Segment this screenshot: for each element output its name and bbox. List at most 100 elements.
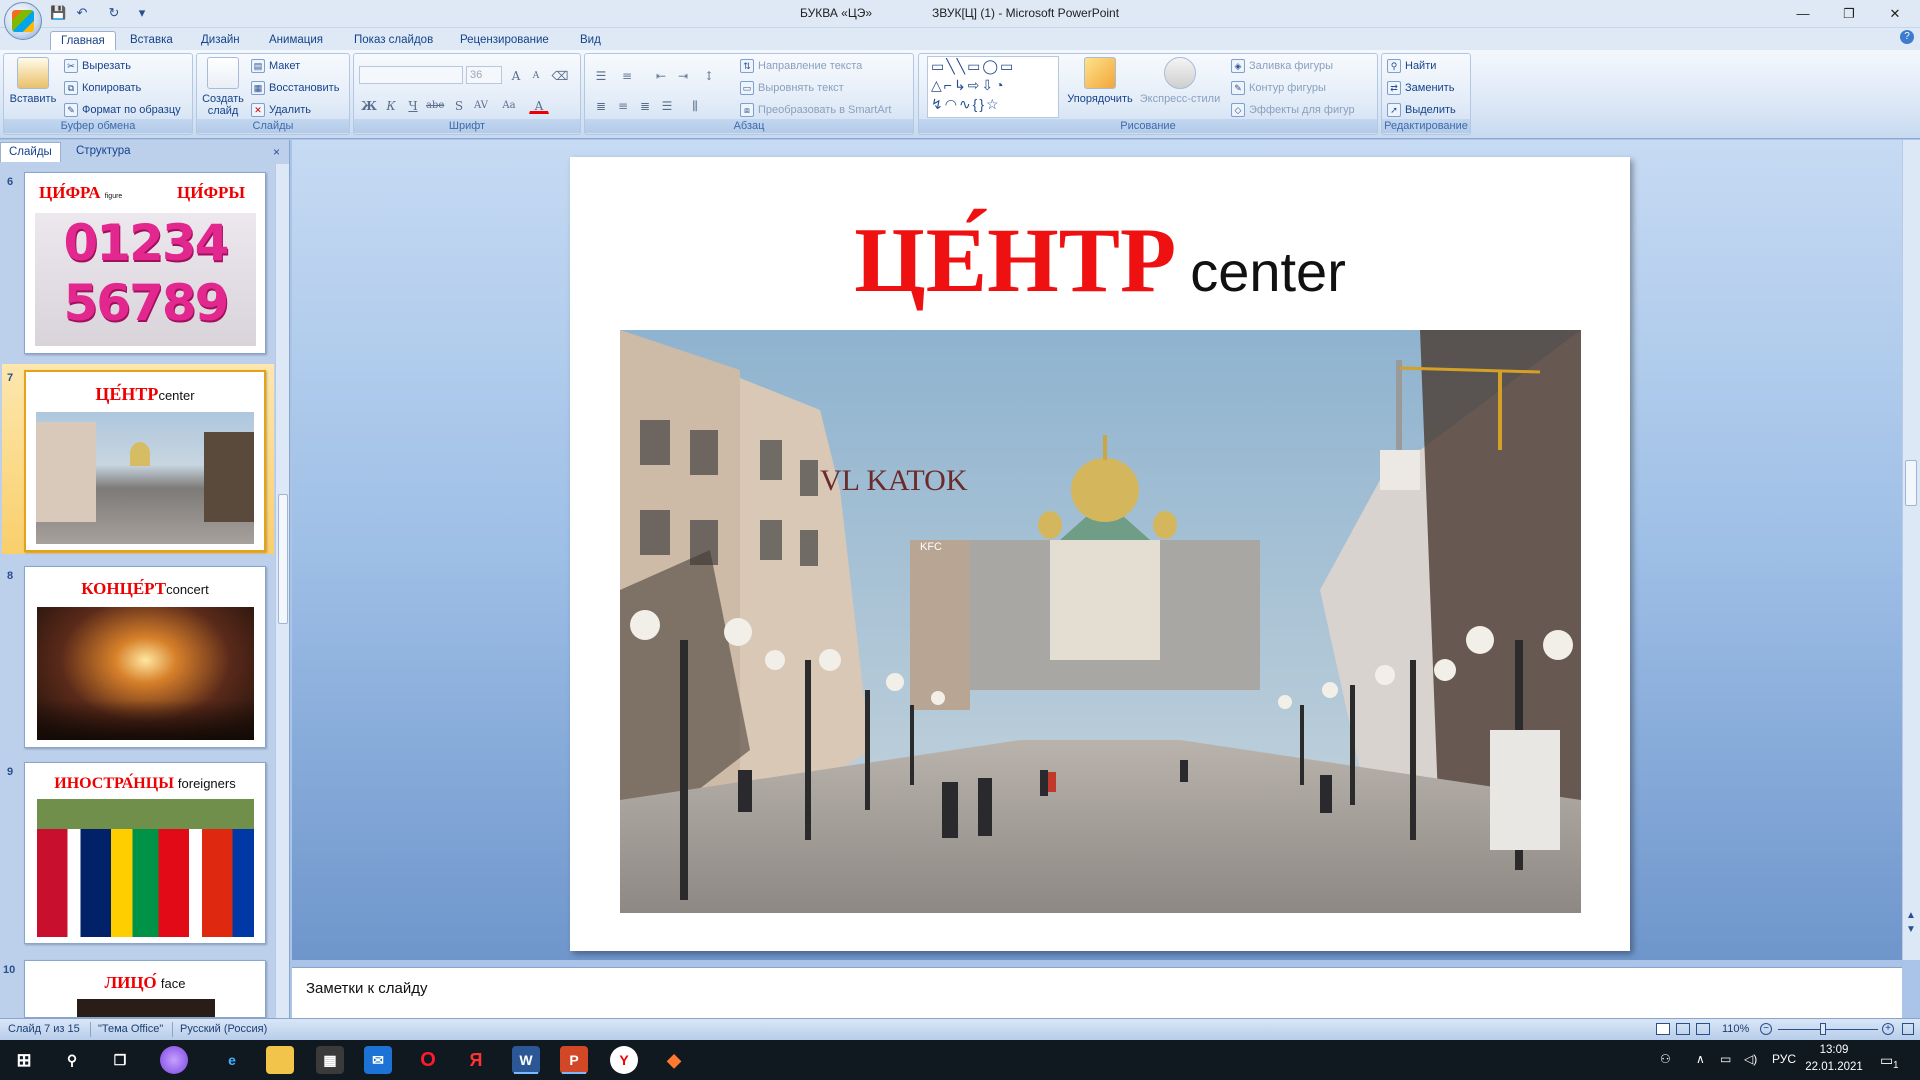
volume-icon[interactable]: ◁) bbox=[1744, 1052, 1757, 1066]
smartart-button[interactable]: ⧈ Преобразовать в SmartArt bbox=[740, 101, 891, 119]
slide-thumbnail[interactable]: ЛИЦО́ face bbox=[24, 960, 266, 1018]
save-icon[interactable]: 💾 bbox=[50, 5, 66, 21]
redo-icon[interactable]: ↻ bbox=[106, 5, 122, 21]
slide-thumbnail[interactable]: ЦИ́ФРА figure ЦИ́ФРЫ 01234 56789 bbox=[24, 172, 266, 354]
italic-button[interactable]: К bbox=[381, 96, 401, 114]
network-icon[interactable]: ▭ bbox=[1720, 1052, 1731, 1066]
align-right-button[interactable]: ≣ bbox=[635, 96, 655, 114]
shape-fill-button[interactable]: ◈ Заливка фигуры bbox=[1231, 57, 1333, 75]
fit-to-window-icon[interactable] bbox=[1902, 1023, 1914, 1035]
tab-view[interactable]: Вид bbox=[570, 31, 611, 50]
reset-button[interactable]: ▦ Восстановить bbox=[251, 79, 339, 97]
decrease-indent-button[interactable]: ⇤ bbox=[651, 66, 671, 84]
notes-pane[interactable]: Заметки к слайду bbox=[292, 967, 1902, 1018]
change-case-button[interactable]: Aa bbox=[499, 96, 519, 114]
arrange-button[interactable]: Упорядочить bbox=[1065, 57, 1135, 105]
search-icon[interactable]: ⚲ bbox=[58, 1046, 86, 1074]
char-spacing-button[interactable]: AV bbox=[471, 96, 491, 114]
select-button[interactable]: ➚ Выделить bbox=[1387, 101, 1456, 119]
undo-icon[interactable]: ↶ bbox=[74, 5, 90, 21]
replace-button[interactable]: ⇄ Заменить bbox=[1387, 79, 1454, 97]
mail-icon[interactable]: ✉ bbox=[364, 1046, 392, 1074]
panel-scrollbar[interactable] bbox=[275, 164, 289, 1018]
slide-photo[interactable]: VL KATOK KFC bbox=[620, 330, 1581, 913]
editor-scroll-thumb[interactable] bbox=[1905, 460, 1917, 506]
layout-button[interactable]: ▤ Макет bbox=[251, 57, 300, 75]
user-icon[interactable]: ⚇ bbox=[1660, 1052, 1671, 1066]
zoom-in-icon[interactable]: + bbox=[1882, 1023, 1894, 1035]
bullets-button[interactable]: ☰ bbox=[591, 66, 611, 84]
paste-button[interactable]: Вставить bbox=[8, 57, 58, 105]
align-center-button[interactable]: ≡ bbox=[613, 96, 633, 114]
copy-button[interactable]: ⧉ Копировать bbox=[64, 79, 141, 97]
shape-effects-button[interactable]: ◇ Эффекты для фигур bbox=[1231, 101, 1355, 119]
justify-button[interactable]: ☰ bbox=[657, 96, 677, 114]
tab-outline[interactable]: Структура bbox=[68, 142, 139, 162]
columns-button[interactable]: ⫼ bbox=[685, 96, 705, 114]
windows-start-icon[interactable]: ⊞ bbox=[10, 1046, 38, 1074]
slide-thumbnail[interactable]: КОНЦЕ́РТconcert bbox=[24, 566, 266, 748]
word-icon[interactable]: W bbox=[512, 1046, 540, 1074]
normal-view-icon[interactable] bbox=[1656, 1023, 1670, 1035]
notification-center-icon[interactable]: ▭ bbox=[1880, 1052, 1893, 1069]
shadow-button[interactable]: S bbox=[449, 96, 469, 114]
powerpoint-icon[interactable]: P bbox=[560, 1046, 588, 1074]
clear-format-button[interactable]: ⌫ bbox=[550, 66, 570, 84]
font-color-button[interactable]: A bbox=[529, 96, 549, 114]
shape-outline-button[interactable]: ✎ Контур фигуры bbox=[1231, 79, 1326, 97]
zoom-out-icon[interactable]: − bbox=[1760, 1023, 1772, 1035]
tab-insert[interactable]: Вставка bbox=[120, 31, 183, 50]
tab-design[interactable]: Дизайн bbox=[191, 31, 250, 50]
tab-slides[interactable]: Слайды bbox=[0, 142, 61, 162]
delete-slide-button[interactable]: ✕ Удалить bbox=[251, 101, 311, 119]
shapes-gallery[interactable]: ▭╲╲▭◯▭ △⌐↳⇨⇩◔ ↯◠∿{}☆ bbox=[927, 56, 1059, 118]
font-size-input[interactable]: 36 bbox=[466, 66, 502, 84]
close-button[interactable]: ✕ bbox=[1880, 4, 1910, 24]
slide-sorter-icon[interactable] bbox=[1676, 1023, 1690, 1035]
clock[interactable]: 13:09 22.01.2021 bbox=[1804, 1042, 1864, 1076]
yandex-browser-icon[interactable]: Y bbox=[610, 1046, 638, 1074]
input-language[interactable]: РУС bbox=[1772, 1052, 1796, 1066]
customize-qat-icon[interactable]: ▾ bbox=[134, 5, 150, 21]
tab-review[interactable]: Рецензирование bbox=[450, 31, 559, 50]
prev-slide-icon[interactable]: ▲ bbox=[1905, 910, 1917, 922]
yandex-icon[interactable]: Я bbox=[462, 1046, 490, 1074]
new-slide-button[interactable]: Создать слайд bbox=[201, 57, 245, 117]
help-icon[interactable]: ? bbox=[1900, 30, 1914, 44]
zoom-level[interactable]: 110% bbox=[1722, 1023, 1749, 1035]
align-text-button[interactable]: ▭ Выровнять текст bbox=[740, 79, 844, 97]
next-slide-icon[interactable]: ▼ bbox=[1905, 924, 1917, 936]
minimize-button[interactable]: — bbox=[1788, 4, 1818, 24]
numbering-button[interactable]: ≡ bbox=[617, 66, 637, 84]
shrink-font-button[interactable]: A bbox=[526, 66, 546, 84]
bold-button[interactable]: Ж bbox=[359, 96, 379, 114]
edge-icon[interactable]: e bbox=[218, 1046, 246, 1074]
office-button[interactable] bbox=[4, 2, 42, 40]
panel-scroll-thumb[interactable] bbox=[278, 494, 288, 624]
zoom-slider[interactable] bbox=[1778, 1029, 1878, 1030]
panel-close-icon[interactable]: × bbox=[273, 145, 280, 159]
restore-button[interactable]: ❐ bbox=[1834, 4, 1864, 24]
drop-app-icon[interactable]: ◆ bbox=[660, 1046, 688, 1074]
zoom-slider-thumb[interactable] bbox=[1820, 1023, 1826, 1035]
quick-styles-button[interactable]: Экспресс-стили bbox=[1139, 57, 1221, 105]
text-direction-button[interactable]: ⇅ Направление текста bbox=[740, 57, 862, 75]
increase-indent-button[interactable]: ⇥ bbox=[673, 66, 693, 84]
tab-home[interactable]: Главная bbox=[50, 31, 116, 50]
slide-thumbnail-selected[interactable]: ЦЕ́НТРcenter bbox=[24, 370, 266, 552]
tray-expand-icon[interactable]: ∧ bbox=[1696, 1052, 1705, 1066]
slide-title[interactable]: ЦЕ́НТР center bbox=[570, 207, 1630, 313]
task-view-icon[interactable]: ❒ bbox=[106, 1046, 134, 1074]
opera-icon[interactable]: O bbox=[414, 1046, 442, 1074]
font-name-input[interactable] bbox=[359, 66, 463, 84]
store-icon[interactable]: ▦ bbox=[316, 1046, 344, 1074]
editor-scrollbar[interactable]: ▲ ▼ bbox=[1902, 140, 1920, 960]
cut-button[interactable]: ✂ Вырезать bbox=[64, 57, 131, 75]
format-painter-button[interactable]: ✎ Формат по образцу bbox=[64, 101, 181, 119]
align-left-button[interactable]: ≣ bbox=[591, 96, 611, 114]
find-button[interactable]: ⚲ Найти bbox=[1387, 57, 1436, 75]
current-slide[interactable]: ЦЕ́НТР center VL KATOK KFC bbox=[570, 157, 1630, 951]
underline-button[interactable]: Ч bbox=[403, 96, 423, 114]
notes-placeholder[interactable]: Заметки к слайду bbox=[306, 980, 428, 997]
slide-thumbnail[interactable]: ИНОСТРА́НЦЫ foreigners bbox=[24, 762, 266, 944]
